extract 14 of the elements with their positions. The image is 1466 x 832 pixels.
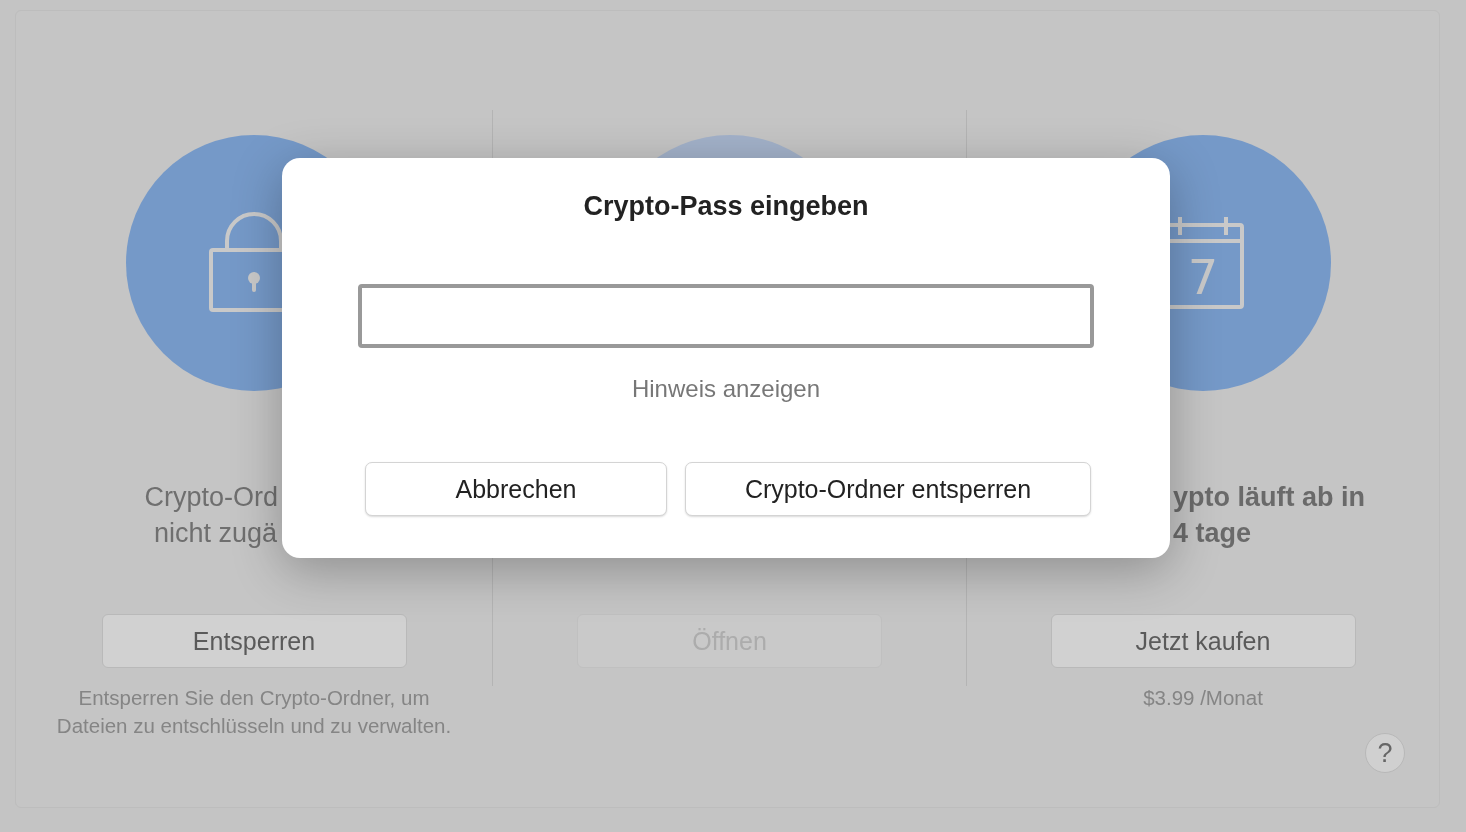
status-text: Crypto-Ord xyxy=(144,481,278,514)
password-field[interactable] xyxy=(358,284,1094,348)
caption-text: $3.99 /Monat xyxy=(1142,685,1264,711)
action-button[interactable]: Entsperren xyxy=(101,614,407,668)
status-text: 4 tage xyxy=(1173,517,1252,550)
help-button[interactable]: ? xyxy=(1365,733,1405,773)
caption-text: Entsperren Sie den Crypto-Ordner, um Dateien zu entschlüsseln und zu verwalten. xyxy=(55,685,453,739)
hint-link[interactable]: Hinweis anzeigen xyxy=(631,374,821,404)
action-button[interactable]: Jetzt kaufen xyxy=(1050,614,1356,668)
dialog-button[interactable]: Abbrechen xyxy=(365,462,667,516)
status-text: ypto läuft ab in xyxy=(1173,481,1365,514)
dialog-title: Crypto-Pass eingeben xyxy=(583,190,869,223)
status-text: nicht zugä xyxy=(153,517,277,550)
dialog-button[interactable]: Crypto-Ordner entsperren xyxy=(685,462,1091,516)
